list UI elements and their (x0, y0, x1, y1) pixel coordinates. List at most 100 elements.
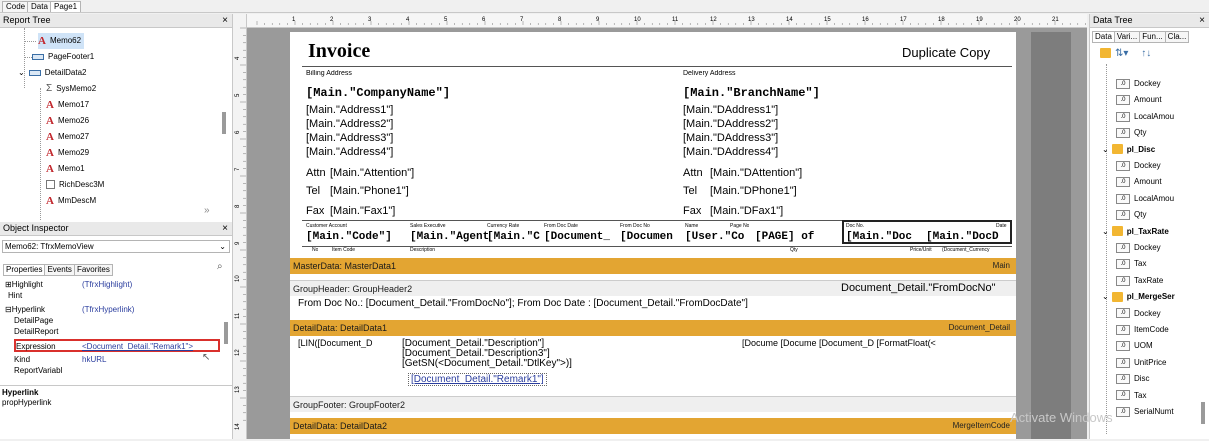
data-tree-field[interactable]: .0 Disc (1116, 371, 1150, 386)
from-doc-no-field[interactable]: [Documen (620, 231, 673, 243)
data-tree-field[interactable]: .0 Qty (1116, 207, 1146, 222)
dattention-field[interactable]: [Main."DAttention"] (710, 167, 802, 179)
prop-detailpage[interactable]: DetailPage (2, 315, 224, 326)
duplicate-copy-label[interactable]: Duplicate Copy (902, 45, 990, 60)
master-data-link[interactable]: Main (993, 258, 1010, 274)
close-icon[interactable]: × (222, 14, 228, 27)
code-field[interactable]: [Main."Code"] (306, 231, 392, 243)
detail-right-fields[interactable]: [Docume [Docume [Document_D [FormatFloat… (742, 338, 1014, 348)
tree-scrollbar[interactable] (222, 112, 226, 134)
chevron-right-icon[interactable]: » (204, 205, 210, 216)
detail-data-band[interactable]: DetailData: DetailData1 Document_Detail (290, 320, 1016, 336)
data-tree-field[interactable]: .0 ItemCode (1116, 322, 1169, 337)
name-label[interactable]: Name (685, 223, 698, 229)
object-selector[interactable]: Memo62: TfrxMemoView ⌄ (2, 240, 230, 253)
detail-line-no-field[interactable]: [LIN([Document_D (298, 338, 402, 348)
phone-field[interactable]: [Main."Phone1"] (330, 185, 409, 197)
master-data-band[interactable]: MasterData: MasterData1 Main (290, 258, 1016, 274)
data-tree-field[interactable]: .0 LocalAmou (1116, 109, 1174, 124)
branch-name-field[interactable]: [Main."BranchName"] (683, 86, 820, 100)
tab-variables[interactable]: Vari... (1113, 31, 1141, 43)
sort-desc-icon[interactable]: ↓ (1146, 48, 1151, 59)
tab-functions[interactable]: Fun... (1139, 31, 1166, 43)
data-tree-field[interactable]: .0 Amount (1116, 92, 1162, 107)
currency-field[interactable]: [Main."C (487, 231, 540, 243)
invoice-title[interactable]: Invoice (308, 40, 370, 63)
data-tree-field[interactable]: .0 Dockey (1116, 76, 1161, 91)
tab-properties[interactable]: Properties (3, 264, 46, 276)
col-currency-label[interactable]: (Document_Currency (942, 247, 990, 253)
tree-item-pagefooter1[interactable]: PageFooter1 (32, 49, 94, 65)
doc-no-field[interactable]: [Main."Doc (846, 231, 912, 243)
from-doc-date-field[interactable]: [Document_ (544, 231, 610, 243)
col-no-label[interactable]: No (312, 247, 318, 253)
dattn-label[interactable]: Attn (683, 167, 703, 179)
prop-kind[interactable]: Kind hkURL (2, 354, 224, 365)
getsn-field[interactable]: [GetSN(<Document_Detail."DtlKey">)] (402, 358, 572, 369)
prop-highlight[interactable]: ⊞Highlight (TfrxHighlight) (2, 279, 224, 290)
inspector-scrollbar[interactable] (224, 322, 228, 344)
tel-label[interactable]: Tel (306, 185, 320, 197)
daddress3-field[interactable]: [Main."DAddress3"] (683, 132, 778, 144)
data-tree-dataset[interactable]: ⌄ pl_TaxRate (1102, 224, 1169, 239)
sort-icon[interactable]: ⇅▾ (1115, 48, 1128, 59)
search-icon[interactable]: ⌕ (217, 261, 223, 272)
tree-item-mmdescm[interactable]: A MmDescM (46, 193, 96, 209)
customer-account-label[interactable]: Customer Account (306, 223, 347, 229)
tab-data-tree-data[interactable]: Data (1092, 31, 1115, 43)
tree-item-memo1[interactable]: A Memo1 (46, 161, 85, 177)
from-doc-line[interactable]: From Doc No.: [Document_Detail."FromDocN… (298, 298, 748, 309)
page-field[interactable]: [PAGE] of (755, 231, 814, 243)
tree-item-memo29[interactable]: A Memo29 (46, 145, 89, 161)
daddress2-field[interactable]: [Main."DAddress2"] (683, 118, 778, 130)
tree-item-richdesc3m[interactable]: RichDesc3M (46, 177, 104, 193)
user-company-field[interactable]: [User."Co (685, 231, 744, 243)
attention-field[interactable]: [Main."Attention"] (330, 167, 414, 179)
from-doc-date-label[interactable]: From Doc Date (544, 223, 578, 229)
from-doc-no-label[interactable]: From Doc No (620, 223, 650, 229)
data-tree-field[interactable]: .0 Dockey (1116, 306, 1161, 321)
database-icon[interactable] (1100, 48, 1111, 59)
daddress4-field[interactable]: [Main."DAddress4"] (683, 146, 778, 158)
data-tree-field[interactable]: .0 Tax (1116, 388, 1146, 403)
prop-expression[interactable]: Expression <Document_Detail."Remark1"> (14, 339, 220, 352)
currency-rate-label[interactable]: Currency Rate (487, 223, 519, 229)
col-price-label[interactable]: Price/Unit (910, 247, 932, 253)
data-tree-field[interactable]: .0 UOM (1116, 338, 1153, 353)
attn-label[interactable]: Attn (306, 167, 326, 179)
data-tree-field[interactable]: .0 Dockey (1116, 158, 1161, 173)
address1-field[interactable]: [Main."Address1"] (306, 104, 393, 116)
dphone-field[interactable]: [Main."DPhone1"] (710, 185, 797, 197)
agent-field[interactable]: [Main."Agent (410, 231, 489, 243)
prop-hint[interactable]: Hint (2, 290, 224, 301)
fax-label[interactable]: Fax (306, 205, 324, 217)
prop-detailreport[interactable]: DetailReport (2, 326, 224, 337)
tree-item-memo17[interactable]: A Memo17 (46, 97, 89, 113)
tab-code[interactable]: Code (2, 1, 30, 12)
tree-item-memo27[interactable]: A Memo27 (46, 129, 89, 145)
group-footer-band[interactable]: GroupFooter: GroupFooter2 (290, 396, 1016, 412)
company-name-field[interactable]: [Main."CompanyName"] (306, 86, 450, 100)
remark1-hyperlink-memo[interactable]: [Document_Detail."Remark1"] (408, 373, 547, 386)
dfax-field[interactable]: [Main."DFax1"] (710, 205, 783, 217)
detail-data2-link[interactable]: MergeItemCode (953, 418, 1010, 434)
group-condition[interactable]: Document_Detail."FromDocNo" (841, 282, 996, 294)
page-no-label[interactable]: Page No (730, 223, 749, 229)
data-tree-field[interactable]: .0 UnitPrice (1116, 355, 1166, 370)
detail-data-link[interactable]: Document_Detail (949, 320, 1010, 336)
data-tree-field[interactable]: .0 LocalAmou (1116, 191, 1174, 206)
doc-no-label[interactable]: Doc No. (846, 223, 864, 229)
dtel-label[interactable]: Tel (683, 185, 697, 197)
address2-field[interactable]: [Main."Address2"] (306, 118, 393, 130)
tab-classes[interactable]: Cla... (1164, 31, 1190, 43)
tab-data[interactable]: Data (27, 1, 52, 12)
daddress1-field[interactable]: [Main."DAddress1"] (683, 104, 778, 116)
delivery-address-label[interactable]: Delivery Address (683, 70, 736, 77)
col-itemcode-label[interactable]: Item Code (332, 247, 355, 253)
doc-date-field[interactable]: [Main."DocD (926, 231, 999, 243)
tab-page1[interactable]: Page1 (50, 1, 82, 12)
dfax-label[interactable]: Fax (683, 205, 701, 217)
fax-field[interactable]: [Main."Fax1"] (330, 205, 395, 217)
data-tree-field[interactable]: .0 Tax (1116, 256, 1146, 271)
date-label[interactable]: Date (996, 223, 1007, 229)
